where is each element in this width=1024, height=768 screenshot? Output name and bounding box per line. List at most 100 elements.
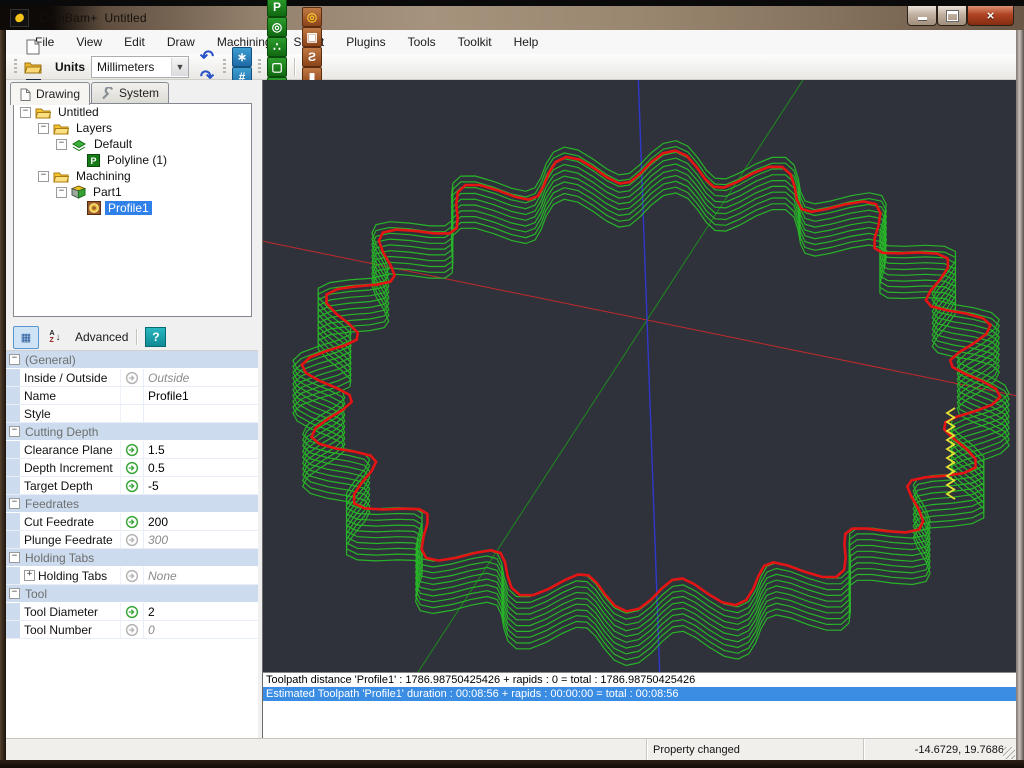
category-label: Feedrates — [25, 497, 79, 511]
restore-button[interactable] — [937, 6, 967, 26]
advanced-button[interactable]: Advanced — [75, 330, 128, 344]
undo-icon[interactable]: ↶ — [197, 47, 217, 67]
window-frame-left — [0, 30, 6, 768]
new-file-icon[interactable] — [23, 37, 43, 57]
tree-item-machining[interactable]: −Machining — [14, 168, 251, 184]
drawing-tree[interactable]: −Untitled−Layers−DefaultPPolyline (1)−Ma… — [13, 103, 252, 317]
tree-item-profile1[interactable]: Profile1 — [14, 200, 251, 216]
machine-pocket-icon[interactable]: ▣ — [302, 27, 322, 47]
minimize-button[interactable] — [907, 6, 937, 26]
units-select[interactable]: Millimeters ▼ — [91, 56, 189, 78]
value-default-icon — [121, 531, 144, 548]
property-value[interactable]: -5 — [144, 477, 258, 494]
property-value[interactable]: None — [144, 567, 258, 584]
resize-grip[interactable] — [1003, 747, 1015, 759]
property-category-tool[interactable]: −Tool — [6, 585, 258, 603]
property-row-target-depth[interactable]: Target Depth-5 — [6, 477, 258, 495]
coordinates-value: -14.6729, 19.7686 — [915, 744, 1004, 756]
tree-item-label: Layers — [73, 121, 115, 135]
row-gutter — [6, 369, 20, 386]
menu-help[interactable]: Help — [503, 31, 550, 53]
property-row-holding-tabs[interactable]: +Holding TabsNone — [6, 567, 258, 585]
draw-polyline-icon[interactable]: P — [267, 0, 287, 17]
property-value[interactable]: 0 — [144, 621, 258, 638]
property-value[interactable]: 200 — [144, 513, 258, 530]
row-gutter — [6, 531, 20, 548]
property-value[interactable]: 0.5 — [144, 459, 258, 476]
property-grid[interactable]: −(General)Inside / OutsideOutsideName Pro… — [6, 350, 258, 738]
property-label: Tool Diameter — [20, 603, 121, 620]
layer-icon — [71, 138, 87, 151]
row-gutter — [6, 513, 20, 530]
sort-alphabetical-button[interactable]: AZ↓ — [43, 327, 67, 348]
category-expander[interactable]: − — [9, 426, 20, 437]
property-row-name[interactable]: Name Profile1 — [6, 387, 258, 405]
property-category-feedrates[interactable]: −Feedrates — [6, 495, 258, 513]
menu-tools[interactable]: Tools — [397, 31, 447, 53]
machine-engrave-icon[interactable]: Ƨ — [302, 47, 322, 67]
restore-icon — [947, 11, 958, 21]
property-value[interactable]: 300 — [144, 531, 258, 548]
title-bar[interactable]: CamBam+ Untitled × — [0, 6, 1024, 30]
snap-points-icon[interactable]: ∗ — [232, 47, 252, 67]
property-value[interactable] — [144, 405, 258, 422]
machine-profile-icon[interactable]: ◎ — [302, 7, 322, 27]
property-row-plunge-feedrate[interactable]: Plunge Feedrate300 — [6, 531, 258, 549]
property-category-holding-tabs[interactable]: −Holding Tabs — [6, 549, 258, 567]
chevron-down-icon[interactable]: ▼ — [171, 58, 188, 76]
menu-view[interactable]: View — [65, 31, 113, 53]
tree-expander[interactable]: − — [38, 171, 49, 182]
draw-rectangle-icon[interactable]: ▢ — [267, 57, 287, 77]
category-expander[interactable]: − — [9, 588, 20, 599]
value-default-icon — [121, 369, 144, 386]
status-bar: Property changed -14.6729, 19.7686 — [6, 738, 1016, 760]
window-title: CamBam+ Untitled — [39, 11, 147, 25]
tree-item-layers[interactable]: − Layers — [14, 120, 251, 136]
tab-drawing[interactable]: Drawing — [10, 82, 90, 105]
close-button[interactable]: × — [967, 6, 1014, 26]
category-label: Cutting Depth — [25, 425, 98, 439]
property-value[interactable]: Outside — [144, 369, 258, 386]
menu-edit[interactable]: Edit — [113, 31, 156, 53]
main-toolbar: Units Millimeters ▼ ↶↷ ∗# P◎∴▢T◖◇ ◎▣Ƨ▮▯H… — [6, 54, 1016, 80]
property-value[interactable]: 2 — [144, 603, 258, 620]
draw-point-list-icon[interactable]: ∴ — [267, 37, 287, 57]
tree-expander[interactable]: − — [20, 107, 31, 118]
value-default-icon — [121, 567, 144, 584]
property-category-cutting-depth[interactable]: −Cutting Depth — [6, 423, 258, 441]
property-row-tool-diameter[interactable]: Tool Diameter 2 — [6, 603, 258, 621]
category-expander[interactable]: − — [9, 552, 20, 563]
row-expander[interactable]: + — [24, 570, 35, 581]
viewport-3d[interactable] — [262, 80, 1016, 672]
property-row-style[interactable]: Style — [6, 405, 258, 423]
property-label: Name — [20, 387, 121, 404]
tree-item-default[interactable]: −Default — [14, 136, 251, 152]
toolbar-grip — [223, 59, 226, 75]
property-value[interactable]: 1.5 — [144, 441, 258, 458]
tree-item-polyline-1-[interactable]: PPolyline (1) — [14, 152, 251, 168]
property-category--general-[interactable]: −(General) — [6, 351, 258, 369]
category-expander[interactable]: − — [9, 498, 20, 509]
category-expander[interactable]: − — [9, 354, 20, 365]
draw-circle-icon[interactable]: ◎ — [267, 17, 287, 37]
tab-drawing-label: Drawing — [36, 87, 80, 101]
category-label: Holding Tabs — [25, 551, 94, 565]
menu-toolkit[interactable]: Toolkit — [447, 31, 503, 53]
toolbar-grip — [14, 59, 17, 75]
property-row-tool-number[interactable]: Tool Number0 — [6, 621, 258, 639]
tree-expander[interactable]: − — [56, 187, 67, 198]
tree-item-part1[interactable]: −Part1 — [14, 184, 251, 200]
help-button[interactable]: ? — [145, 327, 166, 347]
property-row-cut-feedrate[interactable]: Cut Feedrate200 — [6, 513, 258, 531]
tab-system[interactable]: System — [91, 82, 169, 103]
tree-item-untitled[interactable]: −Untitled — [14, 104, 251, 120]
property-row-inside-outside[interactable]: Inside / OutsideOutside — [6, 369, 258, 387]
property-row-clearance-plane[interactable]: Clearance Plane1.5 — [6, 441, 258, 459]
tree-expander[interactable]: − — [38, 123, 49, 134]
property-value[interactable]: Profile1 — [144, 387, 258, 404]
tree-expander[interactable]: − — [56, 139, 67, 150]
menu-plugins[interactable]: Plugins — [335, 31, 396, 53]
categorized-view-button[interactable]: ▦ — [13, 326, 39, 349]
open-file-icon[interactable] — [23, 57, 43, 77]
property-row-depth-increment[interactable]: Depth Increment0.5 — [6, 459, 258, 477]
